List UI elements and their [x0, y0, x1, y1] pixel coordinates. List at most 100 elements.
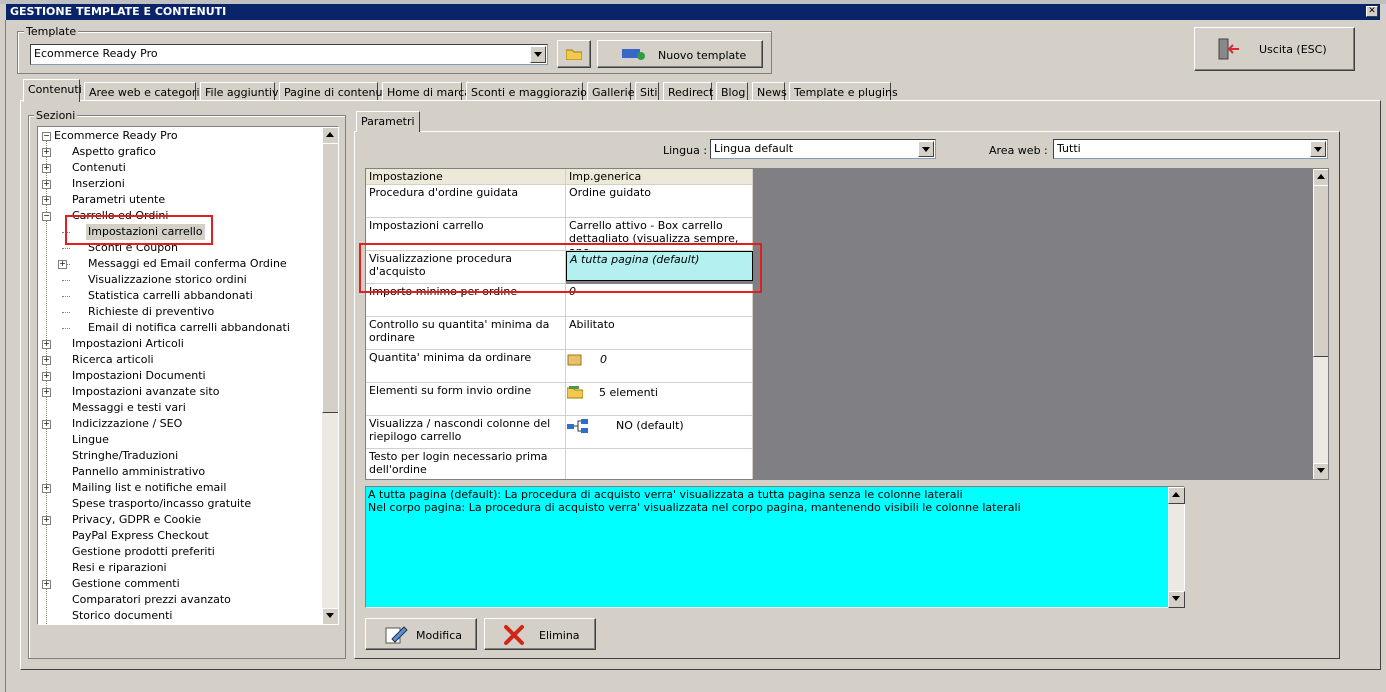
- tree-branch-line: [62, 296, 70, 297]
- grid-setting-value[interactable]: [566, 449, 753, 479]
- tab-label: Template e plugins: [794, 86, 898, 99]
- tree-scroll-thumb[interactable]: [322, 143, 338, 413]
- tree-item-label: Messaggi e testi vari: [72, 401, 186, 414]
- scroll-up-icon[interactable]: [322, 127, 338, 144]
- expand-icon[interactable]: +: [42, 148, 51, 157]
- column-header[interactable]: Impostazione: [366, 169, 566, 185]
- grid-setting-name[interactable]: Quantita' minima da ordinare: [366, 350, 566, 383]
- expand-icon[interactable]: +: [42, 372, 51, 381]
- expand-icon[interactable]: +: [42, 388, 51, 397]
- expand-icon[interactable]: +: [58, 260, 67, 269]
- grid-value-text: Abilitato: [569, 318, 615, 331]
- grid-setting-value[interactable]: Abilitato: [566, 317, 753, 350]
- exit-door-icon: [1218, 38, 1239, 60]
- expand-icon[interactable]: +: [42, 180, 51, 189]
- tab-file-aggiuntivi[interactable]: File aggiuntivi: [200, 82, 282, 101]
- window-title-bar: GESTIONE TEMPLATE E CONTENUTI ✕: [6, 4, 1380, 20]
- tab-parametri[interactable]: Parametri: [356, 111, 420, 132]
- chevron-down-icon[interactable]: [530, 46, 546, 63]
- delete-button[interactable]: Elimina: [484, 618, 596, 650]
- grid-setting-name[interactable]: Elementi su form invio ordine: [366, 383, 566, 416]
- expand-icon[interactable]: +: [42, 340, 51, 349]
- tree-item-label: Spese trasporto/incasso gratuite: [72, 497, 252, 510]
- grid-setting-name[interactable]: Procedura d'ordine guidata: [366, 185, 566, 218]
- tab-news[interactable]: News: [752, 82, 787, 101]
- tree-item-label: Statistica carrelli abbandonati: [88, 289, 253, 302]
- tab-sconti-e-maggiorazioni[interactable]: Sconti e maggiorazioni: [466, 82, 597, 101]
- tab-pagine-di-contenuti[interactable]: Pagine di contenuti: [279, 82, 390, 101]
- tree-scrollbar[interactable]: [322, 127, 338, 624]
- grid-setting-value[interactable]: Ordine guidato: [566, 185, 753, 218]
- template-select-value: Ecommerce Ready Pro: [34, 47, 158, 60]
- open-folder-button[interactable]: [557, 40, 591, 68]
- grid-scrollbar[interactable]: [1313, 169, 1328, 479]
- exit-label: Uscita (ESC): [1259, 43, 1327, 56]
- new-template-button[interactable]: Nuovo template: [597, 40, 763, 68]
- tab-home-di-marca[interactable]: Home di marca: [382, 82, 471, 101]
- expand-icon[interactable]: +: [42, 196, 51, 205]
- tab-label: Home di marca: [387, 86, 472, 99]
- scroll-up-icon[interactable]: [1313, 169, 1328, 186]
- expand-icon[interactable]: +: [42, 516, 51, 525]
- tree-item-label: Inserzioni: [72, 177, 125, 190]
- expand-icon[interactable]: +: [42, 356, 51, 365]
- expand-icon[interactable]: +: [42, 580, 51, 589]
- tree-item-label: Impostazioni Articoli: [72, 337, 184, 350]
- sections-label: Sezioni: [34, 109, 78, 122]
- highlight-box-grid: [359, 243, 762, 293]
- lingua-select[interactable]: Lingua default: [710, 139, 936, 159]
- scroll-down-icon[interactable]: [322, 608, 338, 624]
- params-grid[interactable]: Impostazione Imp.generica Procedura d'ordi…: [365, 168, 1329, 480]
- grid-setting-name[interactable]: Controllo su quantita' minima da ordinar…: [366, 317, 566, 350]
- grid-setting-name[interactable]: Visualizza / nascondi colonne del riepil…: [366, 416, 566, 449]
- description-box: A tutta pagina (default): La procedura d…: [365, 486, 1185, 608]
- chevron-down-icon[interactable]: [1310, 141, 1326, 157]
- sections-tree[interactable]: − Ecommerce Ready Pro + Aspetto grafico + Con…: [37, 126, 339, 625]
- tree-item-label: Indicizzazione / SEO: [72, 417, 183, 430]
- tab-blog[interactable]: Blog: [716, 82, 748, 101]
- close-icon[interactable]: ✕: [1366, 6, 1378, 17]
- tree-icon: [567, 418, 589, 437]
- area-web-label: Area web :: [989, 144, 1048, 157]
- expand-icon[interactable]: +: [42, 164, 51, 173]
- grid-value-text: 5 elementi: [599, 386, 658, 399]
- grid-setting-value[interactable]: 0: [566, 350, 753, 383]
- modify-label: Modifica: [416, 629, 462, 642]
- tab-label: Blog: [721, 86, 746, 99]
- grid-scroll-thumb[interactable]: [1313, 185, 1328, 357]
- chevron-down-icon[interactable]: [918, 141, 934, 157]
- expand-icon[interactable]: +: [42, 484, 51, 493]
- scroll-down-icon[interactable]: [1313, 463, 1328, 479]
- grid-setting-value[interactable]: NO (default): [566, 416, 753, 449]
- tab-label: Aree web e categorie: [89, 86, 207, 99]
- grid-value-text: 0: [600, 353, 607, 366]
- tab-label: Gallerie: [592, 86, 635, 99]
- tree-item-label: Privacy, GDPR e Cookie: [72, 513, 202, 526]
- grid-value-text: NO (default): [616, 419, 684, 432]
- column-header[interactable]: Imp.generica: [566, 169, 753, 185]
- tree-branch-line: [62, 280, 70, 281]
- area-web-select[interactable]: Tutti: [1053, 139, 1328, 159]
- scroll-up-icon[interactable]: [1168, 487, 1185, 504]
- description-scrollbar[interactable]: [1168, 487, 1185, 608]
- tab-redirect[interactable]: Redirect: [663, 82, 713, 101]
- tree-item-label: Pannello amministrativo: [72, 465, 206, 478]
- expand-icon[interactable]: +: [42, 420, 51, 429]
- tab-aree-web-e-categorie[interactable]: Aree web e categorie: [84, 82, 206, 101]
- lingua-label: Lingua :: [663, 144, 708, 157]
- grid-setting-value[interactable]: 5 elementi: [566, 383, 753, 416]
- template-select[interactable]: Ecommerce Ready Pro: [30, 44, 548, 65]
- grid-setting-name[interactable]: Testo per login necessario prima dell'or…: [366, 449, 566, 479]
- tab-template-e-plugins[interactable]: Template e plugins: [789, 82, 898, 101]
- scroll-down-icon[interactable]: [1168, 591, 1185, 608]
- modify-button[interactable]: Modifica: [365, 618, 477, 650]
- tab-siti[interactable]: Siti: [635, 82, 659, 101]
- expand-icon[interactable]: −: [42, 212, 51, 221]
- area-web-select-value: Tutti: [1057, 142, 1081, 155]
- tab-contenuti[interactable]: Contenuti: [23, 79, 82, 102]
- exit-button[interactable]: Uscita (ESC): [1194, 27, 1355, 71]
- tree-root-label: Ecommerce Ready Pro: [54, 129, 178, 142]
- folder-icon: [566, 385, 584, 402]
- tab-gallerie[interactable]: Gallerie: [587, 82, 635, 101]
- tree-item-label: Messaggi ed Email conferma Ordine: [88, 257, 287, 270]
